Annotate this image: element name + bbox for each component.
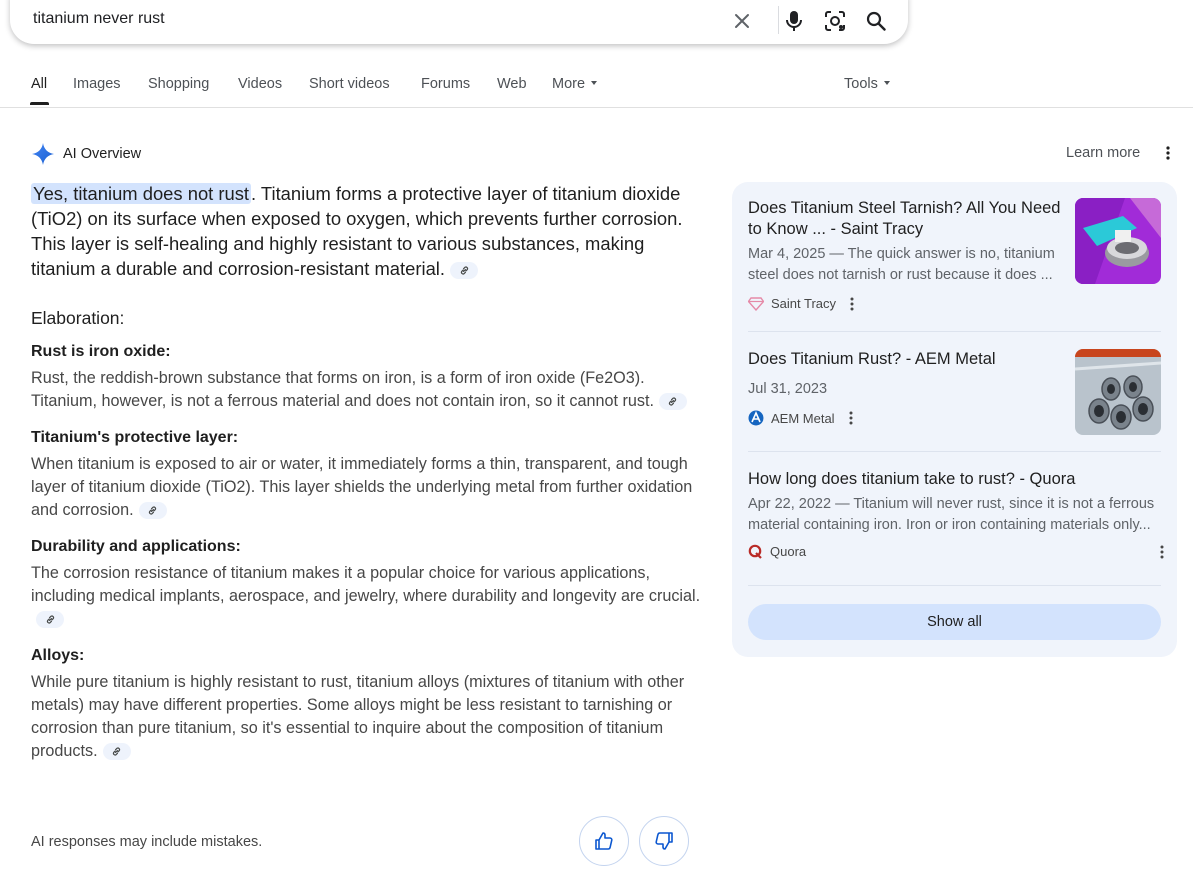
tools-label: Tools xyxy=(844,76,878,92)
source-name: Quora xyxy=(770,544,807,559)
link-icon xyxy=(46,615,54,624)
tab-short-videos[interactable]: Short videos xyxy=(309,76,390,92)
link-icon xyxy=(112,747,121,756)
source-snippet: Jul 31, 2023 xyxy=(748,381,828,397)
section-heading: Alloys: xyxy=(31,647,85,664)
aem-metal-logo-icon xyxy=(748,410,764,426)
lens-icon[interactable] xyxy=(823,9,847,33)
section-heading: Durability and applications: xyxy=(31,538,241,555)
sources-panel: Does Titanium Steel Tarnish? All You Nee… xyxy=(732,182,1177,657)
tab-web[interactable]: Web xyxy=(497,76,527,92)
sparkle-icon xyxy=(32,143,54,165)
tab-all[interactable]: All xyxy=(31,76,47,92)
thumbs-up-button[interactable] xyxy=(579,816,629,866)
ai-overview-header: AI Overview xyxy=(31,142,141,166)
tab-forums[interactable]: Forums xyxy=(421,76,470,92)
source-card[interactable]: Does Titanium Rust? - AEM Metal Jul 31, … xyxy=(748,349,1161,435)
section-heading: Titanium's protective layer: xyxy=(31,429,239,446)
divider xyxy=(748,331,1161,332)
source-card[interactable]: How long does titanium take to rust? - Q… xyxy=(748,469,1164,559)
tab-more-label: More xyxy=(552,76,586,92)
elaboration-heading: Elaboration: xyxy=(31,308,125,328)
section-body: When titanium is exposed to air or water… xyxy=(31,455,693,519)
active-tab-indicator xyxy=(30,102,49,105)
link-chip[interactable] xyxy=(102,743,131,760)
search-tabs: All Images Shopping Videos Short videos … xyxy=(0,66,1193,108)
search-bar: titanium never rust xyxy=(10,0,908,44)
source-thumbnail[interactable] xyxy=(1075,198,1161,284)
ai-summary: Yes, titanium does not rust. Titanium fo… xyxy=(31,181,701,281)
link-chip[interactable] xyxy=(138,502,167,519)
search-input[interactable]: titanium never rust xyxy=(33,10,165,28)
section-heading: Rust is iron oxide: xyxy=(31,343,171,360)
clear-icon[interactable] xyxy=(730,9,754,33)
tab-images[interactable]: Images xyxy=(73,76,121,92)
link-icon xyxy=(148,506,157,515)
section-text: While pure titanium is highly resistant … xyxy=(31,671,701,763)
search-icon[interactable] xyxy=(864,9,888,33)
source-title[interactable]: Does Titanium Rust? - AEM Metal xyxy=(748,349,1068,370)
source-more-icon[interactable] xyxy=(850,297,854,311)
link-chip[interactable] xyxy=(658,393,687,410)
chevron-down-icon xyxy=(591,81,598,85)
link-icon xyxy=(460,266,468,275)
section-text: When titanium is exposed to air or water… xyxy=(31,453,701,522)
source-name: Saint Tracy xyxy=(771,296,837,311)
tools-button[interactable]: Tools xyxy=(844,76,890,92)
source-title[interactable]: Does Titanium Steel Tarnish? All You Nee… xyxy=(748,198,1068,240)
source-more-icon[interactable] xyxy=(1160,545,1164,559)
chevron-down-icon xyxy=(883,81,890,85)
tab-shopping[interactable]: Shopping xyxy=(148,76,209,92)
source-attribution: Quora xyxy=(748,544,1164,559)
tab-videos[interactable]: Videos xyxy=(238,76,282,92)
saint-tracy-logo-icon xyxy=(748,296,764,311)
source-card[interactable]: Does Titanium Steel Tarnish? All You Nee… xyxy=(748,198,1161,311)
highlighted-answer: Yes, titanium does not rust xyxy=(31,183,252,204)
source-name: AEM Metal xyxy=(771,410,835,426)
source-attribution: Saint Tracy xyxy=(748,296,1161,311)
ai-overview-title: AI Overview xyxy=(63,146,142,162)
tab-more[interactable]: More xyxy=(552,76,598,92)
thumbs-up-icon xyxy=(595,832,613,850)
source-thumbnail[interactable] xyxy=(1075,349,1161,435)
source-snippet: Apr 22, 2022 — Titanium will never rust,… xyxy=(748,496,1155,533)
ai-disclaimer: AI responses may include mistakes. xyxy=(31,834,263,850)
section-body: Rust, the reddish-brown substance that f… xyxy=(31,369,654,410)
quora-logo-icon xyxy=(748,544,762,559)
show-all-button[interactable]: Show all xyxy=(748,604,1161,640)
search-divider xyxy=(778,6,779,34)
source-more-icon[interactable] xyxy=(849,411,853,425)
section-text: Rust, the reddish-brown substance that f… xyxy=(31,367,701,413)
source-snippet: Mar 4, 2025 — The quick answer is no, ti… xyxy=(748,246,1055,283)
microphone-icon[interactable] xyxy=(782,9,806,33)
source-title[interactable]: How long does titanium take to rust? - Q… xyxy=(748,469,1161,490)
link-icon xyxy=(669,397,677,406)
section-text: The corrosion resistance of titanium mak… xyxy=(31,562,701,631)
thumbs-down-button[interactable] xyxy=(639,816,689,866)
more-options-icon[interactable] xyxy=(1158,143,1178,163)
divider xyxy=(748,585,1161,586)
thumbs-down-icon xyxy=(655,832,673,850)
link-chip[interactable] xyxy=(36,611,64,628)
link-chip[interactable] xyxy=(450,262,478,279)
section-body: The corrosion resistance of titanium mak… xyxy=(31,564,701,605)
divider xyxy=(748,451,1161,452)
learn-more-link[interactable]: Learn more xyxy=(1066,145,1140,161)
ai-overview-body: Yes, titanium does not rust. Titanium fo… xyxy=(31,181,701,763)
